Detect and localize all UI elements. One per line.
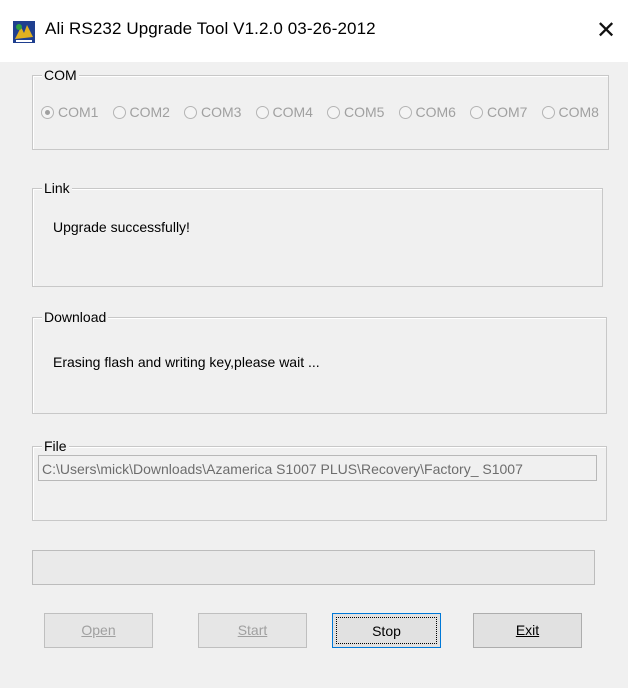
com-radio-label: COM2	[129, 104, 170, 120]
com-radio-label: COM5	[344, 104, 385, 120]
file-path-field[interactable]: C:\Users\mick\Downloads\Azamerica S1007 …	[38, 455, 597, 481]
title-bar[interactable]: Ali RS232 Upgrade Tool V1.2.0 03-26-2012…	[0, 0, 628, 62]
radio-dot-icon	[541, 105, 555, 119]
stop-button-focus-rect: Stop	[336, 617, 437, 644]
com-radio-3[interactable]: COM3	[184, 101, 256, 123]
radio-dot-icon	[327, 105, 340, 119]
com-group: COM COM1 COM2 COM3 COM4 COM5 COM6 COM7 COM8	[32, 66, 609, 150]
open-button-label: Open	[81, 622, 116, 638]
stop-button-label: Stop	[372, 623, 401, 639]
com-radio-label: COM8	[558, 104, 599, 120]
progress-bar	[32, 550, 595, 585]
com-radio-label: COM6	[415, 104, 456, 120]
radio-dot-icon	[398, 105, 412, 119]
link-group-label: Link	[42, 179, 72, 197]
download-group-label: Download	[42, 308, 109, 326]
radio-dot-icon	[470, 105, 483, 119]
exit-button-label: Exit	[515, 622, 540, 638]
start-button-label: Start	[237, 622, 268, 638]
com-radio-2[interactable]: COM2	[112, 101, 185, 123]
link-group: Link Upgrade successfully!	[32, 179, 603, 287]
close-icon: ✕	[595, 17, 617, 44]
close-button[interactable]: ✕	[584, 12, 628, 50]
com-radio-label: COM4	[272, 104, 313, 120]
file-group: File C:\Users\mick\Downloads\Azamerica S…	[32, 437, 607, 521]
open-button[interactable]: Open	[44, 613, 153, 648]
download-status-text: Erasing flash and writing key,please wai…	[53, 354, 320, 370]
com-radio-label: COM3	[201, 104, 242, 120]
com-group-label: COM	[42, 66, 79, 84]
start-button[interactable]: Start	[198, 613, 307, 648]
com-radio-6[interactable]: COM6	[398, 101, 471, 123]
com-radio-1[interactable]: COM1	[41, 101, 113, 123]
file-group-label: File	[42, 437, 69, 455]
radio-dot-icon	[184, 105, 197, 119]
radio-dot-icon	[255, 105, 269, 119]
stop-button[interactable]: Stop	[332, 613, 441, 648]
com-radio-8[interactable]: COM8	[541, 101, 614, 123]
com-radio-4[interactable]: COM4	[255, 101, 328, 123]
radio-dot-icon	[41, 105, 54, 119]
com-radio-label: COM7	[487, 104, 528, 120]
window-title: Ali RS232 Upgrade Tool V1.2.0 03-26-2012	[45, 19, 376, 38]
app-icon	[13, 21, 35, 43]
link-status-text: Upgrade successfully!	[53, 219, 190, 235]
com-port-options: COM1 COM2 COM3 COM4 COM5 COM6 COM7 COM8	[41, 101, 613, 123]
com-radio-7[interactable]: COM7	[470, 101, 542, 123]
com-radio-5[interactable]: COM5	[327, 101, 399, 123]
com-radio-label: COM1	[58, 104, 99, 120]
radio-dot-icon	[112, 105, 126, 119]
exit-button[interactable]: Exit	[473, 613, 582, 648]
download-group: Download Erasing flash and writing key,p…	[32, 308, 607, 414]
app-window: Ali RS232 Upgrade Tool V1.2.0 03-26-2012…	[0, 0, 628, 688]
